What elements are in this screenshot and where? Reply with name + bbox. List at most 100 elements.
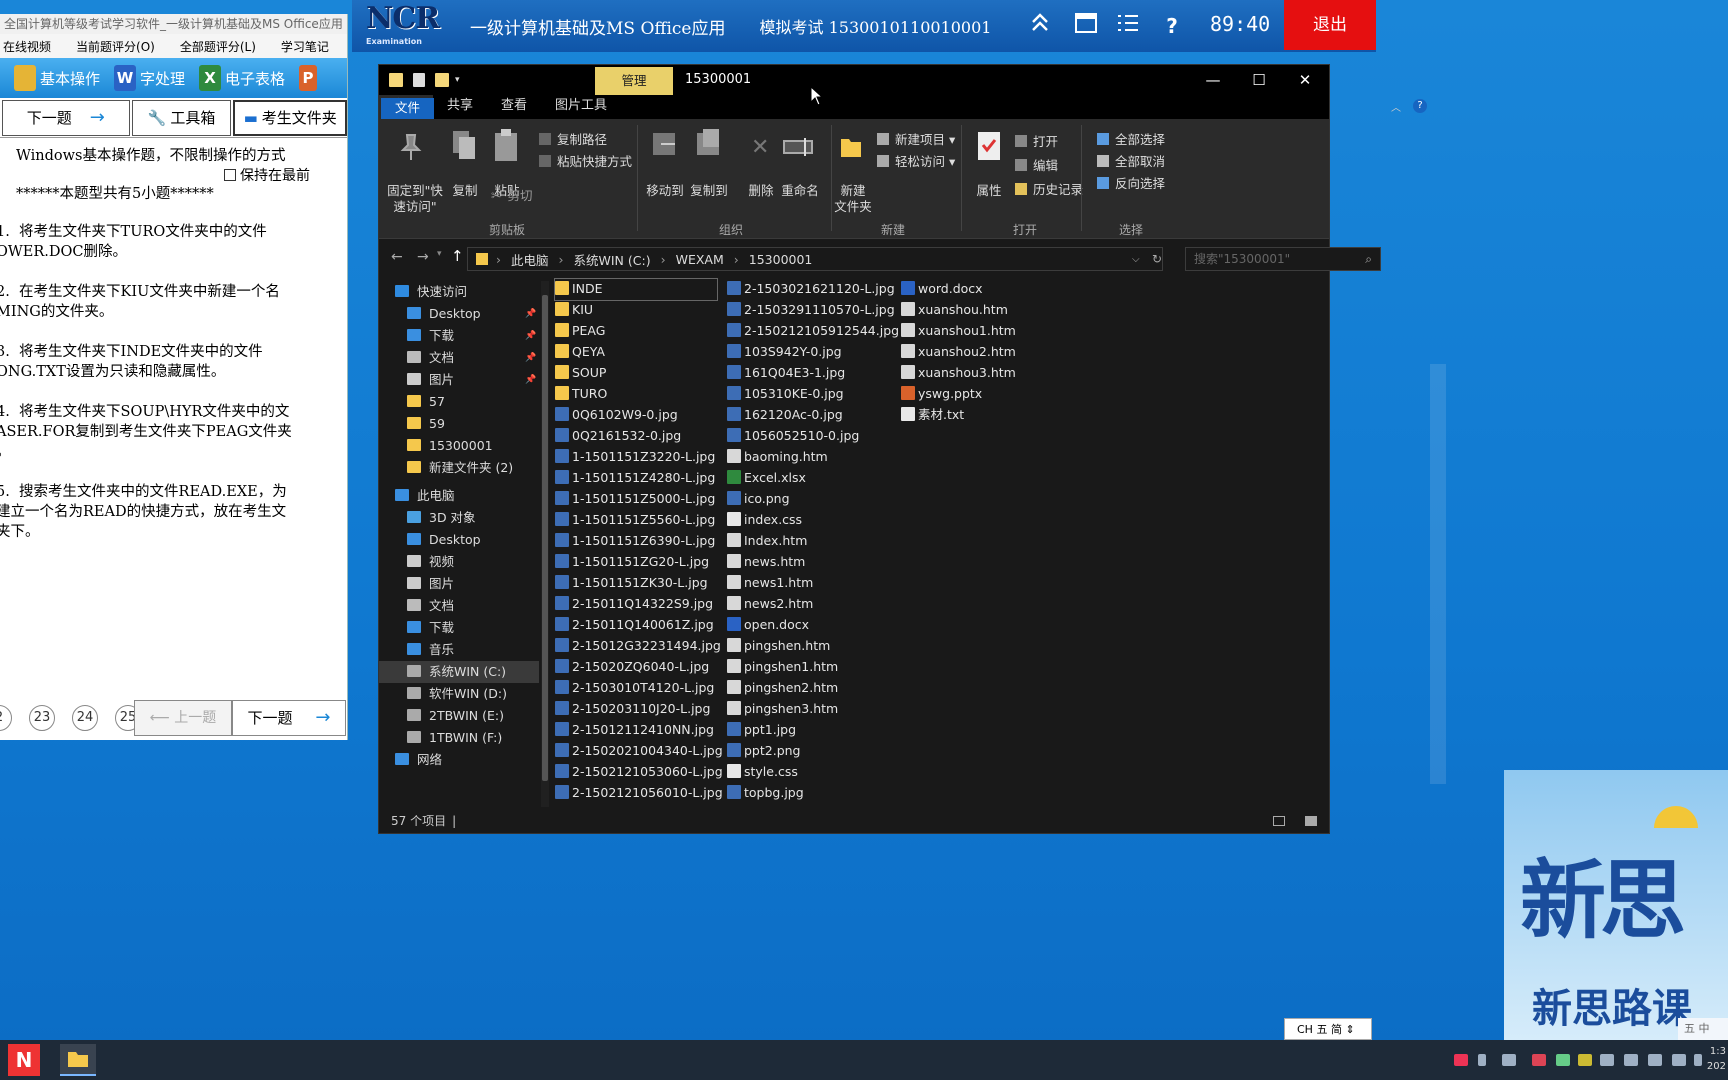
file-item[interactable]: 2-15012112410NN.jpg <box>555 720 714 741</box>
list-icon[interactable] <box>1114 12 1142 40</box>
tab-word-processing[interactable]: W 字处理 <box>114 65 185 91</box>
nav-item[interactable]: 软件WIN (D:) <box>379 683 539 705</box>
file-item[interactable]: 103S942Y-0.jpg <box>727 342 842 363</box>
file-item[interactable]: pingshen.htm <box>727 636 830 657</box>
speaker-icon[interactable] <box>1694 1054 1702 1066</box>
nav-item[interactable]: 新建文件夹 (2) <box>379 457 539 479</box>
file-item[interactable]: xuanshou2.htm <box>901 342 1016 363</box>
tray-icon[interactable] <box>1600 1054 1614 1066</box>
tab-spreadsheet[interactable]: X 电子表格 <box>199 65 285 91</box>
file-item[interactable]: index.css <box>727 510 802 531</box>
student-folder-button[interactable]: ▬ 考生文件夹 <box>233 99 347 136</box>
cut-button[interactable]: ✂ 剪切 <box>491 185 533 204</box>
file-item[interactable]: 2-15011Q140061Z.jpg <box>555 615 714 636</box>
search-input[interactable]: 搜索"15300001" ⌕ <box>1185 247 1381 271</box>
copy-path-button[interactable]: 复制路径 <box>539 129 607 148</box>
refresh-icon[interactable]: ↻ <box>1152 252 1162 266</box>
large-icons-view-icon[interactable] <box>1305 816 1317 826</box>
file-item[interactable]: 2-1502121056010-L.jpg <box>555 783 723 804</box>
file-item[interactable]: Index.htm <box>727 531 807 552</box>
tab-manage[interactable]: 管理 <box>595 67 673 95</box>
file-item[interactable]: 2-1503021621120-L.jpg <box>727 279 895 300</box>
nav-item[interactable]: 图片 <box>379 573 539 595</box>
nav-item[interactable]: 快速访问 <box>379 281 539 303</box>
file-item[interactable]: pingshen1.htm <box>727 657 838 678</box>
nav-item[interactable]: 音乐 <box>379 639 539 661</box>
menu-grade-all[interactable]: 全部题评分(L) <box>180 38 256 55</box>
quick-access-dropdown-icon[interactable]: ▾ <box>455 75 460 85</box>
toolbox-button[interactable]: 🔧 工具箱 <box>131 99 232 136</box>
tray-icon[interactable] <box>1532 1054 1546 1066</box>
file-item[interactable]: 1-1501151Z5000-L.jpg <box>555 489 715 510</box>
file-item[interactable]: ppt2.png <box>727 741 801 762</box>
file-item[interactable]: 2-1503291110570-L.jpg <box>727 300 895 321</box>
file-item[interactable]: pingshen2.htm <box>727 678 838 699</box>
tray-icon[interactable] <box>1624 1054 1638 1066</box>
nav-item[interactable]: 系统WIN (C:) <box>379 661 539 683</box>
nav-item[interactable]: 网络 <box>379 749 539 771</box>
file-item[interactable]: 2-1502121053060-L.jpg <box>555 762 723 783</box>
file-item[interactable]: 1056052510-0.jpg <box>727 426 859 447</box>
new-folder-icon[interactable] <box>435 73 449 87</box>
tray-icon[interactable] <box>1502 1054 1516 1066</box>
page-button[interactable]: 24 <box>72 705 98 731</box>
file-item[interactable]: news1.htm <box>727 573 813 594</box>
nav-item[interactable]: 3D 对象 <box>379 507 539 529</box>
edit-button[interactable]: 编辑 <box>1015 155 1058 174</box>
nav-item[interactable]: 2TBWIN (E:) <box>379 705 539 727</box>
file-item[interactable]: baoming.htm <box>727 447 828 468</box>
file-item[interactable]: 1-1501151Z6390-L.jpg <box>555 531 715 552</box>
maximize-icon[interactable]: ☐ <box>1237 69 1281 91</box>
recent-dropdown-icon[interactable]: ▾ <box>437 249 442 259</box>
tab-file[interactable]: 文件 <box>381 98 435 119</box>
previous-question-button[interactable]: ⟵ 上一题 <box>134 700 232 736</box>
back-arrow-icon[interactable]: ← <box>391 249 403 265</box>
nav-item[interactable]: 文档 <box>379 595 539 617</box>
file-item[interactable]: 1-1501151ZG20-L.jpg <box>555 552 709 573</box>
nav-item[interactable]: Desktop <box>379 529 539 551</box>
nav-item[interactable]: 视频 <box>379 551 539 573</box>
network-icon[interactable] <box>1648 1054 1662 1066</box>
nav-item[interactable]: 59 <box>379 413 539 435</box>
file-item[interactable]: yswg.pptx <box>901 384 982 405</box>
file-item[interactable]: open.docx <box>727 615 809 636</box>
close-icon[interactable]: ✕ <box>1283 69 1327 91</box>
minimize-icon[interactable]: — <box>1191 69 1235 91</box>
nav-item[interactable]: 下载 <box>379 617 539 639</box>
nav-item[interactable]: Desktop 📌 <box>379 303 539 325</box>
file-item[interactable]: 2-15011Q14322S9.jpg <box>555 594 713 615</box>
window-icon[interactable] <box>1072 12 1100 40</box>
tray-icon[interactable] <box>1578 1054 1592 1066</box>
folder-item[interactable]: TURO <box>555 384 607 405</box>
folder-item[interactable]: PEAG <box>555 321 605 342</box>
microphone-icon[interactable] <box>1478 1054 1486 1066</box>
tab-view[interactable]: 查看 <box>487 95 541 119</box>
menu-grade-current[interactable]: 当前题评分(O) <box>76 38 155 55</box>
tab-picture-tools[interactable]: 图片工具 <box>541 95 621 119</box>
properties-icon[interactable] <box>413 73 425 87</box>
file-item[interactable]: 2-15020ZQ6040-L.jpg <box>555 657 709 678</box>
file-item[interactable]: 105310KE-0.jpg <box>727 384 844 405</box>
file-item[interactable]: xuanshou3.htm <box>901 363 1016 384</box>
taskbar-clock[interactable]: 1:3 202 <box>1707 1044 1726 1074</box>
ncr-app-icon[interactable]: N <box>8 1044 40 1076</box>
file-item[interactable]: 1-1501151ZK30-L.jpg <box>555 573 708 594</box>
help-icon[interactable]: ? <box>1413 99 1427 113</box>
folder-item[interactable]: SOUP <box>555 363 606 384</box>
menu-online-video[interactable]: 在线视频 <box>3 38 51 55</box>
nav-item[interactable]: 下载 📌 <box>379 325 539 347</box>
collapse-up-icon[interactable] <box>1026 12 1054 40</box>
file-item[interactable]: 161Q04E3-1.jpg <box>727 363 845 384</box>
file-item[interactable]: 1-1501151Z3220-L.jpg <box>555 447 715 468</box>
collapse-ribbon-icon[interactable]: ︿ <box>1391 99 1401 114</box>
nav-item[interactable]: 1TBWIN (F:) <box>379 727 539 749</box>
tray-app-icon[interactable] <box>1454 1054 1468 1066</box>
folder-item[interactable]: QEYA <box>555 342 605 363</box>
file-item[interactable]: xuanshou1.htm <box>901 321 1016 342</box>
tray-icon[interactable] <box>1556 1054 1570 1066</box>
nav-item[interactable]: 图片 📌 <box>379 369 539 391</box>
invert-selection-button[interactable]: 反向选择 <box>1097 173 1165 192</box>
file-item[interactable]: 2-1503010T4120-L.jpg <box>555 678 714 699</box>
file-item[interactable]: style.css <box>727 762 798 783</box>
ime-toolbar[interactable]: CH 五 简 ⇕ <box>1284 1018 1372 1040</box>
